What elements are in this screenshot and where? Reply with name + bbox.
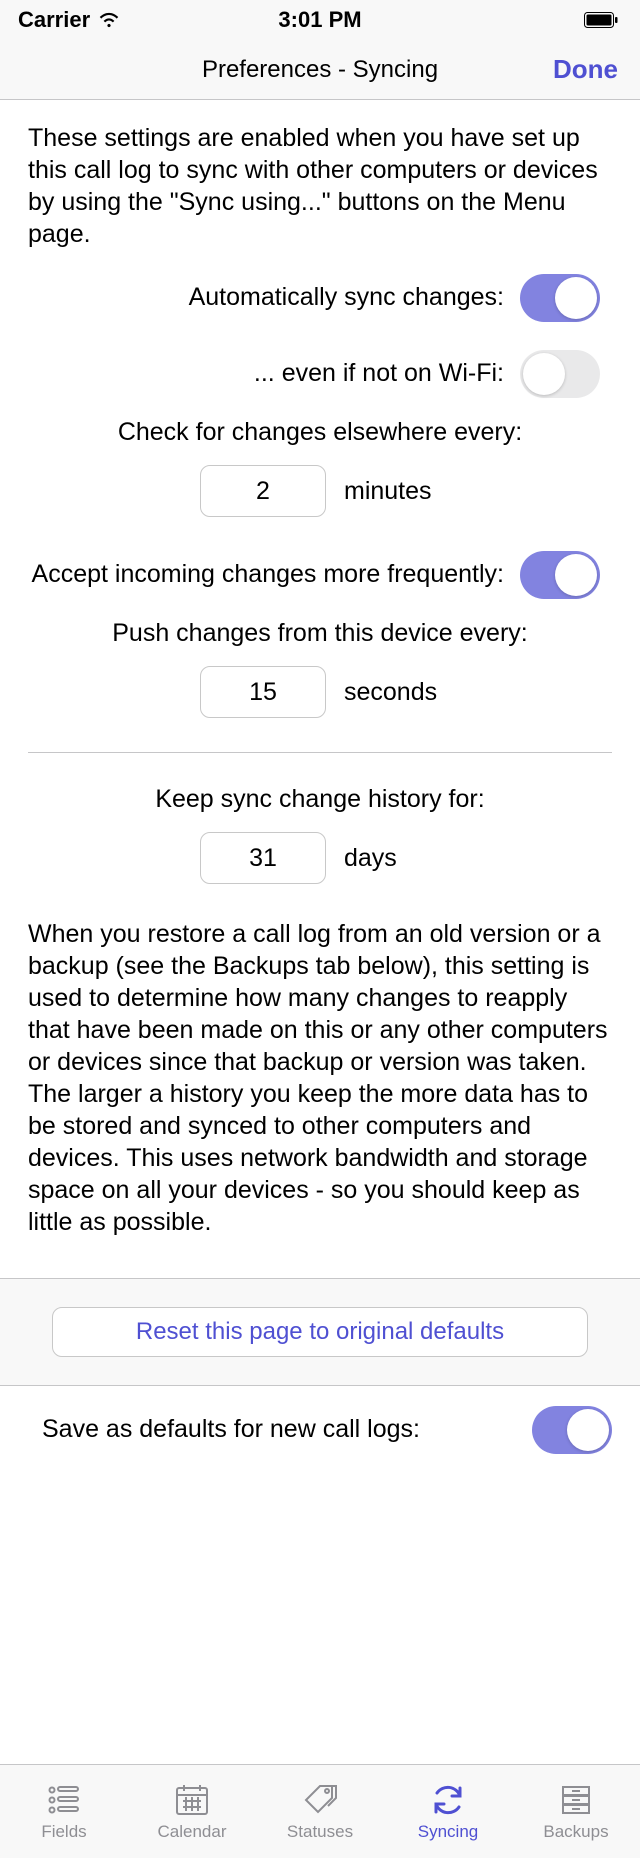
tab-syncing-label: Syncing xyxy=(418,1822,478,1842)
battery-icon xyxy=(584,12,618,28)
calendar-icon xyxy=(172,1782,212,1818)
history-label: Keep sync change history for: xyxy=(0,767,640,824)
wifi-icon xyxy=(98,12,120,28)
section-divider xyxy=(28,752,612,753)
tag-icon xyxy=(300,1782,340,1818)
intro-text: These settings are enabled when you have… xyxy=(0,100,640,260)
auto-sync-toggle[interactable] xyxy=(520,274,600,322)
check-every-label: Check for changes elsewhere every: xyxy=(0,412,640,457)
content-area: These settings are enabled when you have… xyxy=(0,100,640,1764)
tab-statuses[interactable]: Statuses xyxy=(256,1765,384,1858)
tab-bar: Fields Calendar Statuses Syncing xyxy=(0,1764,640,1858)
accept-freq-toggle[interactable] xyxy=(520,551,600,599)
auto-sync-label: Automatically sync changes: xyxy=(28,282,504,313)
tab-backups-label: Backups xyxy=(543,1822,608,1842)
carrier-label: Carrier xyxy=(18,7,90,33)
push-every-input[interactable] xyxy=(200,666,326,718)
drawers-icon xyxy=(556,1782,596,1818)
history-input[interactable] xyxy=(200,832,326,884)
no-wifi-label: ... even if not on Wi-Fi: xyxy=(28,358,504,389)
nav-bar: Preferences - Syncing Done xyxy=(0,40,640,100)
status-bar: Carrier 3:01 PM xyxy=(0,0,640,40)
reset-button[interactable]: Reset this page to original defaults xyxy=(52,1307,588,1357)
accept-freq-label: Accept incoming changes more frequently: xyxy=(28,559,504,590)
no-wifi-toggle[interactable] xyxy=(520,350,600,398)
check-every-unit: minutes xyxy=(344,477,440,506)
tab-calendar-label: Calendar xyxy=(158,1822,227,1842)
history-unit: days xyxy=(344,844,440,873)
tab-calendar[interactable]: Calendar xyxy=(128,1765,256,1858)
push-every-unit: seconds xyxy=(344,678,440,707)
tab-backups[interactable]: Backups xyxy=(512,1765,640,1858)
check-every-input[interactable] xyxy=(200,465,326,517)
push-every-label: Push changes from this device every: xyxy=(0,613,640,658)
list-icon xyxy=(44,1782,84,1818)
save-defaults-label: Save as defaults for new call logs: xyxy=(42,1414,516,1445)
tab-statuses-label: Statuses xyxy=(287,1822,353,1842)
tab-fields[interactable]: Fields xyxy=(0,1765,128,1858)
sync-icon xyxy=(428,1782,468,1818)
tab-fields-label: Fields xyxy=(41,1822,86,1842)
tab-syncing[interactable]: Syncing xyxy=(384,1765,512,1858)
explain-text: When you restore a call log from an old … xyxy=(0,904,640,1278)
save-defaults-toggle[interactable] xyxy=(532,1406,612,1454)
done-button[interactable]: Done xyxy=(553,54,618,85)
page-title: Preferences - Syncing xyxy=(202,56,438,84)
